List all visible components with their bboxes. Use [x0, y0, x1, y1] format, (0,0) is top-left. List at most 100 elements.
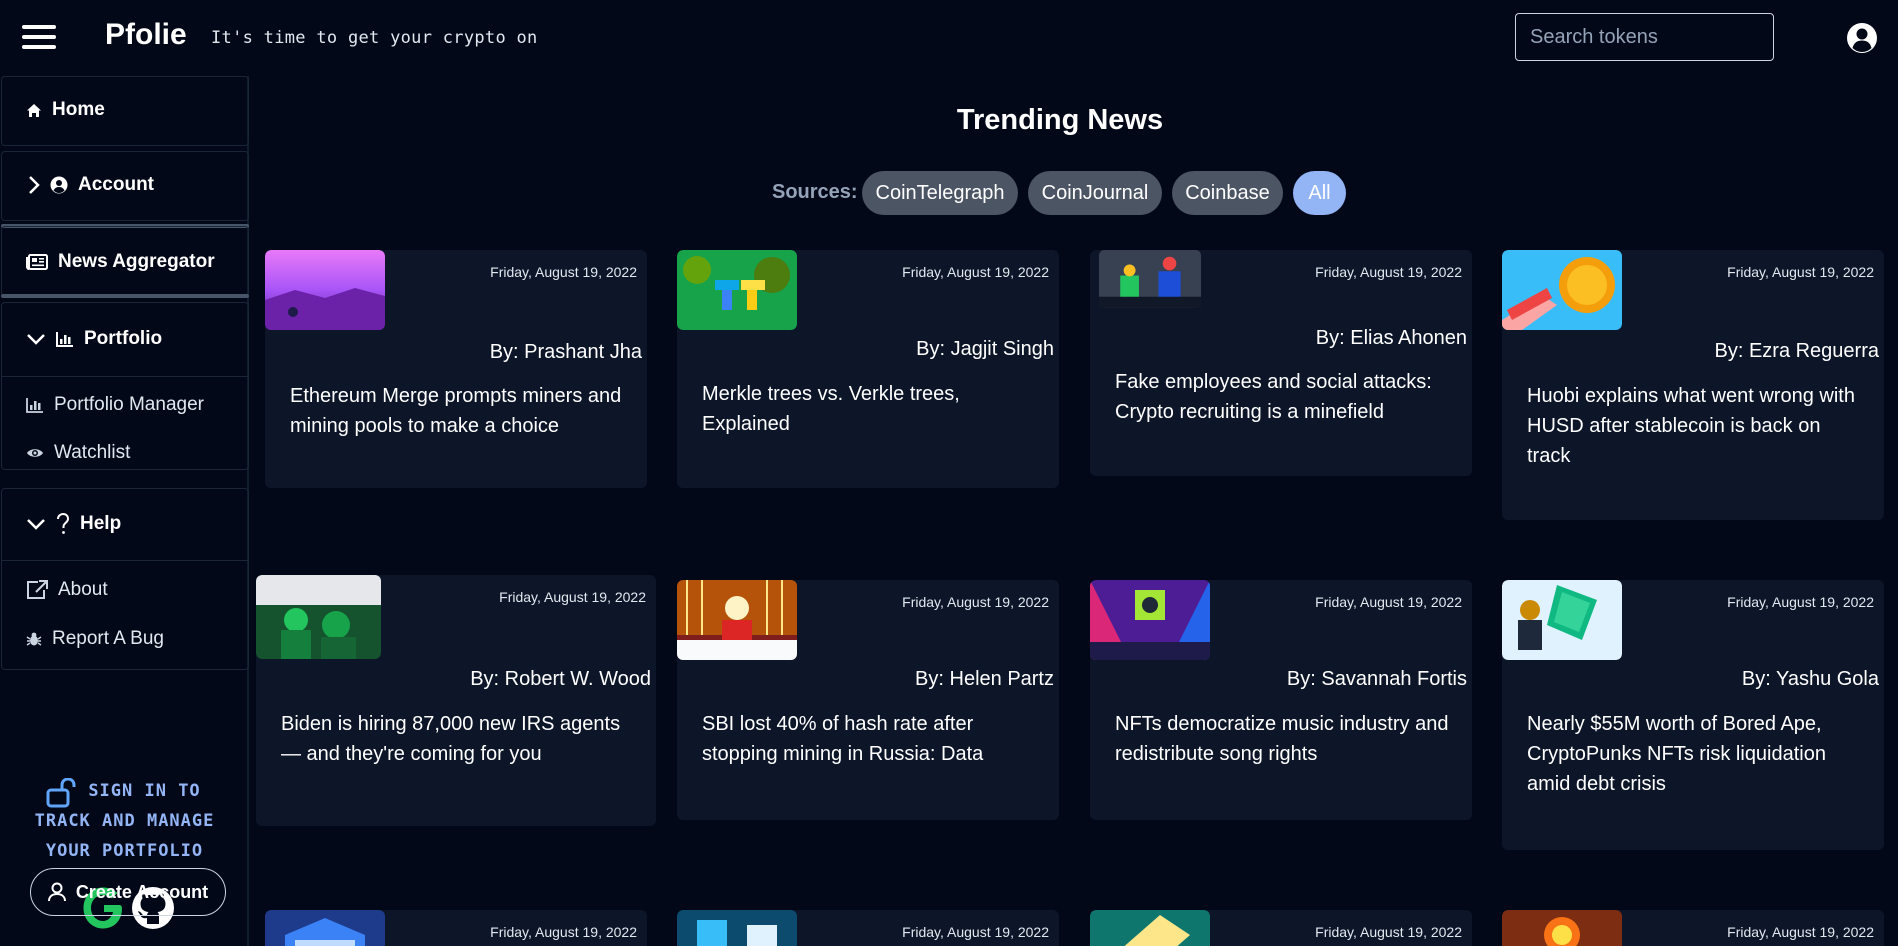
- chevron-down-icon: [27, 519, 45, 530]
- article-date: Friday, August 19, 2022: [490, 264, 637, 280]
- account-icon: [50, 176, 68, 194]
- top-bar: Pfolie It's time to get your crypto on: [0, 0, 1898, 76]
- sidebar-item-help[interactable]: Help: [26, 513, 121, 535]
- article-date: Friday, August 19, 2022: [1315, 264, 1462, 280]
- article-date: Friday, August 19, 2022: [499, 589, 646, 605]
- source-chip-all[interactable]: All: [1293, 171, 1346, 215]
- article-thumbnail: [677, 250, 797, 330]
- newspaper-icon: [26, 254, 48, 270]
- news-card[interactable]: Friday, August 19, 2022: [677, 910, 1059, 946]
- sidebar-item-label: Account: [78, 174, 154, 195]
- article-headline[interactable]: SBI lost 40% of hash rate after stopping…: [702, 709, 1039, 769]
- external-link-icon: [27, 580, 48, 599]
- bar-chart-icon: [26, 398, 43, 413]
- sidebar-item-report-bug[interactable]: Report A Bug: [26, 628, 164, 650]
- create-account-label: Create Account: [75, 881, 209, 902]
- news-card[interactable]: Friday, August 19, 2022 By: Robert W. Wo…: [256, 575, 656, 826]
- news-card[interactable]: Friday, August 19, 2022: [265, 910, 647, 946]
- news-card[interactable]: Friday, August 19, 2022 By: Elias Ahonen…: [1090, 250, 1472, 476]
- article-thumbnail: [1090, 580, 1210, 660]
- question-icon: [57, 513, 70, 534]
- article-date: Friday, August 19, 2022: [1727, 924, 1874, 940]
- article-thumbnail: [1099, 250, 1201, 308]
- article-date: Friday, August 19, 2022: [902, 924, 1049, 940]
- article-thumbnail: [1502, 580, 1622, 660]
- sidebar-item-news-aggregator[interactable]: News Aggregator: [26, 251, 215, 273]
- sidebar-item-label: Help: [80, 513, 122, 534]
- sidebar-item-label: News Aggregator: [58, 251, 215, 272]
- article-headline[interactable]: Fake employees and social attacks: Crypt…: [1115, 367, 1452, 427]
- divider: [1, 560, 249, 561]
- source-chip-coinjournal[interactable]: CoinJournal: [1028, 171, 1162, 215]
- news-card[interactable]: Friday, August 19, 2022: [1502, 910, 1884, 946]
- search-input[interactable]: [1515, 13, 1774, 61]
- news-card[interactable]: Friday, August 19, 2022 By: Savannah For…: [1090, 580, 1472, 820]
- chevron-right-icon: [29, 176, 40, 194]
- brand-logo[interactable]: Pfolie: [105, 18, 187, 52]
- article-author: By: Yashu Gola: [1741, 668, 1879, 690]
- article-thumbnail: [1502, 910, 1622, 946]
- tagline: It's time to get your crypto on: [211, 28, 538, 48]
- news-card[interactable]: Friday, August 19, 2022 By: Prashant Jha…: [265, 250, 647, 488]
- article-thumbnail: [1502, 250, 1622, 330]
- source-chip-coinbase[interactable]: Coinbase: [1172, 171, 1283, 215]
- article-thumbnail: [677, 580, 797, 660]
- divider: [1, 376, 249, 377]
- article-headline[interactable]: NFTs democratize music industry and redi…: [1115, 709, 1452, 769]
- article-headline[interactable]: Huobi explains what went wrong with HUSD…: [1527, 381, 1864, 471]
- active-indicator: [1, 294, 249, 298]
- article-author: By: Robert W. Wood: [470, 668, 651, 690]
- sidebar-item-portfolio[interactable]: Portfolio: [26, 328, 162, 350]
- create-account-button[interactable]: Create Account: [30, 868, 226, 916]
- news-card[interactable]: Friday, August 19, 2022: [1090, 910, 1472, 946]
- sidebar-item-portfolio-manager[interactable]: Portfolio Manager: [26, 394, 204, 416]
- article-headline[interactable]: Biden is hiring 87,000 new IRS agents — …: [281, 709, 636, 769]
- article-thumbnail: [1090, 910, 1210, 946]
- source-chip-cointelegraph[interactable]: CoinTelegraph: [862, 171, 1018, 215]
- signin-line: SIGN IN TO: [88, 781, 201, 801]
- article-date: Friday, August 19, 2022: [490, 924, 637, 940]
- sidebar-item-label: About: [58, 579, 108, 600]
- signin-prompt[interactable]: SIGN IN TO TRACK AND MANAGE YOUR PORTFOL…: [0, 776, 249, 866]
- sidebar-item-label: Report A Bug: [52, 628, 164, 649]
- article-headline[interactable]: Merkle trees vs. Verkle trees, Explained: [702, 379, 1039, 439]
- sources-label: Sources:: [772, 181, 858, 203]
- article-date: Friday, August 19, 2022: [902, 264, 1049, 280]
- article-date: Friday, August 19, 2022: [1315, 924, 1462, 940]
- article-thumbnail: [265, 910, 385, 946]
- signin-line: YOUR PORTFOLIO: [45, 841, 204, 861]
- page-title: Trending News: [956, 104, 1164, 136]
- article-thumbnail: [256, 575, 381, 659]
- bug-icon: [26, 632, 42, 646]
- article-author: By: Helen Partz: [915, 668, 1054, 690]
- sidebar-item-account[interactable]: Account: [28, 174, 154, 196]
- menu-icon[interactable]: [22, 25, 56, 49]
- sidebar-item-watchlist[interactable]: Watchlist: [26, 442, 130, 464]
- news-card[interactable]: Friday, August 19, 2022 By: Jagjit Singh…: [677, 250, 1059, 488]
- sidebar-item-label: Portfolio: [84, 328, 163, 349]
- article-author: By: Ezra Reguerra: [1714, 340, 1879, 362]
- person-icon: [47, 882, 66, 902]
- article-author: By: Savannah Fortis: [1286, 668, 1467, 690]
- eye-icon: [27, 449, 43, 457]
- article-date: Friday, August 19, 2022: [1315, 594, 1462, 610]
- sidebar: Home Account News Aggregator Portfolio P…: [0, 76, 249, 946]
- news-card[interactable]: Friday, August 19, 2022 By: Yashu Gola N…: [1502, 580, 1884, 850]
- article-headline[interactable]: Ethereum Merge prompts miners and mining…: [290, 381, 627, 441]
- chevron-down-icon: [27, 334, 45, 345]
- article-date: Friday, August 19, 2022: [1727, 264, 1874, 280]
- article-thumbnail: [677, 910, 797, 946]
- user-circle-icon[interactable]: [1846, 22, 1878, 54]
- sidebar-item-label: Home: [52, 99, 105, 120]
- sidebar-item-home[interactable]: Home: [26, 99, 105, 121]
- article-headline[interactable]: Nearly $55M worth of Bored Ape, CryptoPu…: [1527, 709, 1864, 799]
- news-card[interactable]: Friday, August 19, 2022 By: Helen Partz …: [677, 580, 1059, 820]
- sidebar-item-label: Watchlist: [54, 442, 131, 463]
- article-author: By: Prashant Jha: [489, 341, 642, 363]
- article-author: By: Jagjit Singh: [916, 338, 1054, 360]
- sidebar-item-about[interactable]: About: [26, 579, 108, 601]
- article-thumbnail: [265, 250, 385, 330]
- signin-line: TRACK AND MANAGE: [34, 811, 215, 831]
- news-card[interactable]: Friday, August 19, 2022 By: Ezra Reguerr…: [1502, 250, 1884, 520]
- sidebar-item-label: Portfolio Manager: [54, 394, 204, 415]
